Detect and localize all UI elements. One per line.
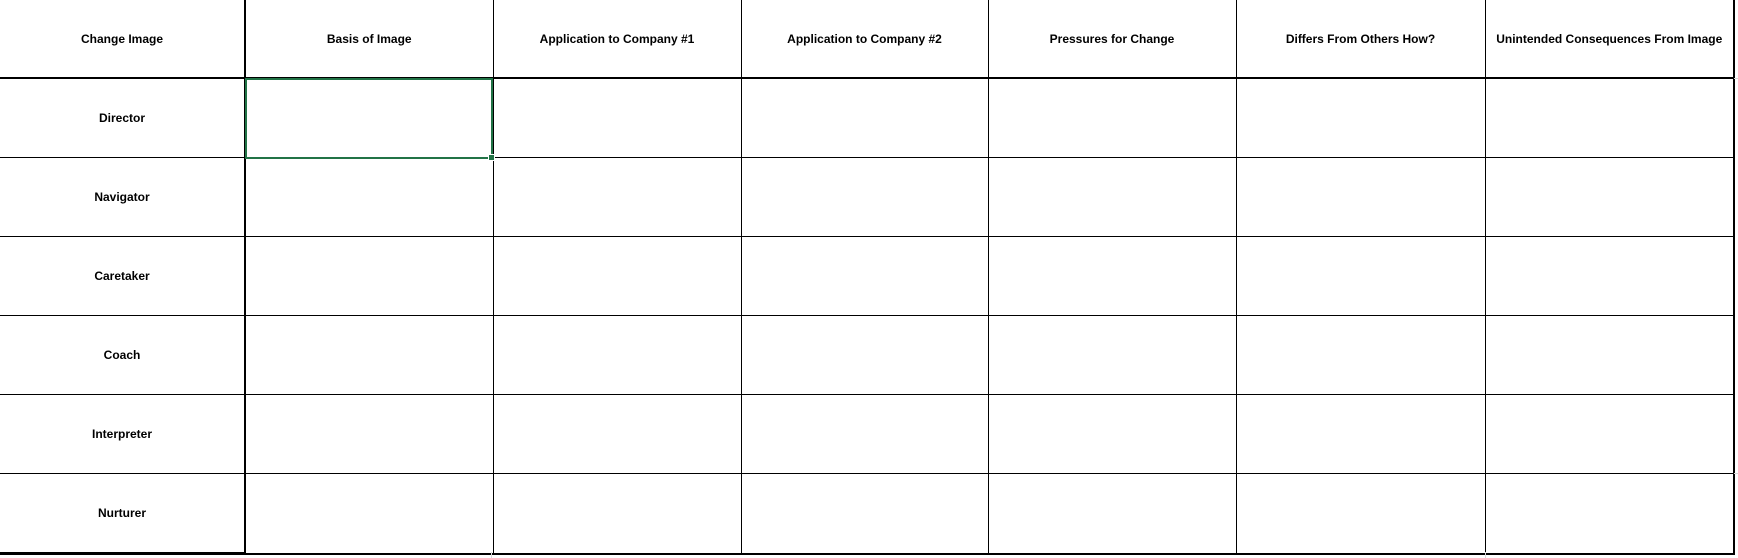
column-header-unintended-consequences[interactable]: Unintended Consequences From Image — [1484, 0, 1735, 79]
cell-interpreter-application-to-company-1[interactable] — [492, 394, 742, 474]
cell-interpreter-basis-of-image[interactable] — [244, 394, 494, 474]
cell-coach-application-to-company-2[interactable] — [740, 315, 989, 395]
cell-caretaker-differs-from-others-how[interactable] — [1235, 236, 1486, 316]
gridline — [1485, 552, 1486, 558]
cell-interpreter-differs-from-others-how[interactable] — [1235, 394, 1486, 474]
header-row: Change Image Basis of Image Application … — [0, 0, 1735, 79]
cell-navigator-pressures-for-change[interactable] — [987, 157, 1237, 237]
cell-navigator-application-to-company-2[interactable] — [740, 157, 989, 237]
cell-nurturer-differs-from-others-how[interactable] — [1235, 473, 1486, 555]
cell-nurturer-unintended-consequences-from-image[interactable] — [1484, 473, 1735, 555]
table-row-nurturer: Nurturer — [0, 473, 1735, 555]
column-header-change-image[interactable]: Change Image — [0, 0, 246, 79]
cell-caretaker-unintended-consequences-from-image[interactable] — [1484, 236, 1735, 316]
row-label-coach[interactable]: Coach — [0, 315, 246, 395]
table-row-coach: Coach — [0, 315, 1735, 395]
cell-nurturer-application-to-company-1[interactable] — [492, 473, 742, 555]
cell-director-unintended-consequences-from-image[interactable] — [1484, 77, 1735, 158]
cell-interpreter-application-to-company-2[interactable] — [740, 394, 989, 474]
cell-nurturer-application-to-company-2[interactable] — [740, 473, 989, 555]
cell-interpreter-unintended-consequences-from-image[interactable] — [1484, 394, 1735, 474]
table-row-caretaker: Caretaker — [0, 236, 1735, 316]
column-header-differs-from-others[interactable]: Differs From Others How? — [1235, 0, 1486, 79]
cell-navigator-unintended-consequences-from-image[interactable] — [1484, 157, 1735, 237]
row-label-nurturer[interactable]: Nurturer — [0, 473, 246, 555]
column-header-basis-of-image[interactable]: Basis of Image — [244, 0, 494, 79]
cell-caretaker-application-to-company-1[interactable] — [492, 236, 742, 316]
cell-caretaker-pressures-for-change[interactable] — [987, 236, 1237, 316]
column-header-application-company-2[interactable]: Application to Company #2 — [740, 0, 989, 79]
gridline — [491, 552, 492, 558]
cell-navigator-application-to-company-1[interactable] — [492, 157, 742, 237]
row-label-director[interactable]: Director — [0, 77, 246, 158]
cell-director-application-to-company-2[interactable] — [740, 77, 989, 158]
cell-navigator-basis-of-image[interactable] — [244, 157, 494, 237]
cell-interpreter-pressures-for-change[interactable] — [987, 394, 1237, 474]
table-row-interpreter: Interpreter — [0, 394, 1735, 474]
row-label-navigator[interactable]: Navigator — [0, 157, 246, 237]
column-header-application-company-1[interactable]: Application to Company #1 — [492, 0, 742, 79]
cell-coach-pressures-for-change[interactable] — [987, 315, 1237, 395]
cell-director-pressures-for-change[interactable] — [987, 77, 1237, 158]
table-row-navigator: Navigator — [0, 157, 1735, 237]
cell-caretaker-application-to-company-2[interactable] — [740, 236, 989, 316]
cell-director-differs-from-others-how[interactable] — [1235, 77, 1486, 158]
cell-coach-differs-from-others-how[interactable] — [1235, 315, 1486, 395]
gridline — [1734, 78, 1738, 79]
fill-handle[interactable] — [488, 154, 495, 161]
cell-coach-basis-of-image[interactable] — [244, 315, 494, 395]
cell-navigator-differs-from-others-how[interactable] — [1235, 157, 1486, 237]
table-row-director: Director — [0, 77, 1735, 158]
cell-coach-unintended-consequences-from-image[interactable] — [1484, 315, 1735, 395]
cell-director-application-to-company-1[interactable] — [492, 77, 742, 158]
change-image-table: Change Image Basis of Image Application … — [0, 0, 1735, 555]
cell-nurturer-basis-of-image[interactable] — [244, 473, 494, 555]
cell-caretaker-basis-of-image[interactable] — [244, 236, 494, 316]
cell-coach-application-to-company-1[interactable] — [492, 315, 742, 395]
gridline — [1734, 473, 1738, 474]
cell-director-basis-of-image[interactable] — [244, 77, 494, 158]
row-label-interpreter[interactable]: Interpreter — [0, 394, 246, 474]
cell-nurturer-pressures-for-change[interactable] — [987, 473, 1237, 555]
column-header-pressures-for-change[interactable]: Pressures for Change — [987, 0, 1237, 79]
row-label-caretaker[interactable]: Caretaker — [0, 236, 246, 316]
spreadsheet-grid: Change Image Basis of Image Application … — [0, 0, 1738, 558]
